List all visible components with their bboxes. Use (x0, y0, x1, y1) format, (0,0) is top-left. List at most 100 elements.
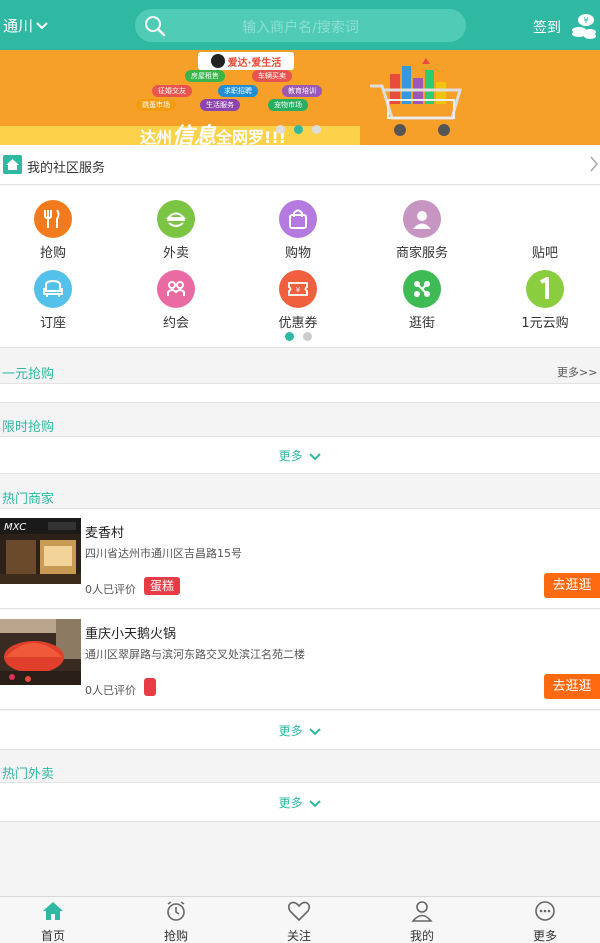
visit-shop-button[interactable]: 去逛逛 (544, 573, 600, 598)
service-item-youhuiquan[interactable]: ¥ 优惠券 (238, 270, 358, 331)
service-item-yuehui[interactable]: 约会 (116, 270, 236, 331)
service-item-dingzuo[interactable]: 订座 (0, 270, 113, 331)
fork-knife-icon (34, 200, 72, 238)
nav-item-home[interactable]: 首页 (0, 900, 113, 943)
hot-takeout-more-label: 更多 (278, 796, 303, 810)
service-item-shangjia[interactable]: 商家服务 (362, 200, 482, 261)
shop-category-badge (144, 678, 156, 696)
share-network-icon (403, 270, 441, 308)
visit-shop-button[interactable]: 去逛逛 (544, 674, 600, 699)
heart-icon (287, 901, 311, 922)
search-placeholder: 输入商户名/搜索词 (242, 20, 359, 36)
nav-label: 抢购 (163, 929, 188, 943)
service-item-guangjie[interactable]: 逛街 (362, 270, 482, 331)
divider (0, 821, 600, 822)
nav-label: 关注 (286, 929, 311, 943)
bottom-nav: 首页 抢购 关注 我的 更多 (0, 896, 600, 943)
shop-card[interactable]: 重庆小天鹅火锅 通川区翠屏路与滨河东路交叉处滨江名苑二楼 0人已评价 去逛逛 (0, 610, 600, 710)
coupon-icon: ¥ (279, 270, 317, 308)
banner-slogan: 达州信息全网罗!!! (140, 118, 286, 145)
chevron-right-icon[interactable] (589, 155, 599, 173)
city-label: 通川 (3, 17, 34, 35)
community-service-header[interactable]: 我的社区服务 (0, 145, 600, 185)
promo-banner[interactable]: 爱达·爱生活 房屋租售 车辆买卖 征婚交友 求职招聘 教育培训 跳蚤市场 生活服… (0, 50, 600, 145)
service-label: 1元云购 (521, 316, 569, 331)
nav-item-mine[interactable]: 我的 (362, 900, 482, 943)
house-icon (3, 155, 22, 174)
slogan-prefix: 达州 (140, 128, 173, 145)
chevron-down-icon (309, 799, 322, 807)
takeout-bowl-icon (157, 200, 195, 238)
divider (0, 473, 600, 474)
banner-tag: 跳蚤市场 (136, 99, 176, 111)
chevron-down-icon (309, 452, 322, 460)
banner-tag: 求职招聘 (218, 85, 258, 97)
service-label: 逛街 (408, 316, 435, 331)
shop-thumbnail: MXC (0, 518, 81, 584)
service-label: 优惠券 (278, 316, 318, 331)
service-pagination (285, 332, 312, 341)
signin-button[interactable]: 签到 (533, 17, 561, 37)
divider (0, 402, 600, 403)
merchant-person-icon (403, 200, 441, 238)
coin-stack-icon[interactable]: ¥ (570, 12, 598, 40)
shop-name: 麦香村 (85, 526, 125, 541)
service-label: 商家服务 (395, 246, 448, 261)
hot-shops-more-button[interactable]: 更多 (0, 722, 600, 739)
banner-tag: 生活服务 (200, 99, 240, 111)
app-page: 通川 输入商户名/搜索词 签到 ¥ 爱达·爱生活 房屋租售 车辆买卖 征婚交友 … (0, 0, 600, 943)
service-item-yunyuan[interactable]: 1元云购 (485, 270, 600, 331)
city-selector[interactable]: 通川 (3, 15, 48, 36)
service-label: 贴吧 (531, 246, 558, 261)
banner-tag: 教育培训 (282, 85, 322, 97)
shop-reviews: 0人已评价 (85, 583, 136, 596)
hot-shops-title: 热门商家 (2, 492, 55, 507)
svg-text:MXC: MXC (4, 522, 26, 533)
shop-address: 通川区翠屏路与滨河东路交叉处滨江名苑二楼 (85, 648, 305, 661)
nav-item-more[interactable]: 更多 (485, 900, 600, 943)
chevron-down-icon (309, 727, 322, 735)
service-label: 订座 (39, 316, 66, 331)
service-label: 外卖 (162, 246, 189, 261)
banner-dot[interactable] (276, 125, 285, 134)
hot-takeout-more-button[interactable]: 更多 (0, 794, 600, 811)
flash-more-label: 更多 (278, 449, 303, 463)
banner-dot[interactable] (312, 125, 321, 134)
nav-label: 我的 (409, 929, 434, 943)
hot-takeout-title: 热门外卖 (2, 767, 55, 782)
nav-item-follow[interactable]: 关注 (239, 900, 359, 943)
nav-label: 首页 (40, 929, 65, 943)
service-item-gouwu[interactable]: 购物 (238, 200, 358, 261)
service-label: 抢购 (39, 246, 66, 261)
one-yuan-icon (526, 270, 564, 308)
service-item-qianggou[interactable]: 抢购 (0, 200, 113, 261)
slogan-big: 信息 (172, 124, 217, 145)
svg-text:¥: ¥ (296, 286, 301, 294)
user-icon (411, 901, 433, 922)
nav-item-qianggou[interactable]: 抢购 (116, 900, 236, 943)
service-dot-active[interactable] (285, 332, 294, 341)
hot-shops-more-label: 更多 (278, 724, 303, 738)
nav-label: 更多 (532, 929, 557, 943)
banner-tag: 房屋租售 (185, 70, 225, 82)
shopping-cart-icon (370, 58, 462, 136)
banner-tag: 征婚交友 (152, 85, 192, 97)
banner-logo: 爱达·爱生活 (198, 52, 294, 70)
search-bar[interactable]: 输入商户名/搜索词 (135, 9, 466, 42)
one-yuan-content (0, 384, 600, 402)
banner-logo-text: 爱达·爱生活 (227, 57, 282, 69)
one-yuan-more-link[interactable]: 更多>> (557, 364, 597, 380)
shop-name: 重庆小天鹅火锅 (85, 627, 177, 642)
service-item-waimai[interactable]: 外卖 (116, 200, 236, 261)
panda-icon (210, 54, 225, 68)
top-header: 通川 输入商户名/搜索词 签到 ¥ (0, 0, 600, 50)
flash-more-button[interactable]: 更多 (0, 447, 600, 464)
service-dot[interactable] (303, 332, 312, 341)
service-label: 约会 (162, 316, 189, 331)
shop-reviews: 0人已评价 (85, 684, 136, 697)
service-item-tieba[interactable]: 贴吧 (485, 200, 600, 261)
shop-card[interactable]: MXC 麦香村 四川省达州市通川区吉昌路15号 0人已评价 蛋糕 去逛逛 (0, 509, 600, 609)
banner-dot-active[interactable] (294, 125, 303, 134)
more-dots-icon (535, 901, 555, 921)
shop-address: 四川省达州市通川区吉昌路15号 (85, 547, 242, 560)
